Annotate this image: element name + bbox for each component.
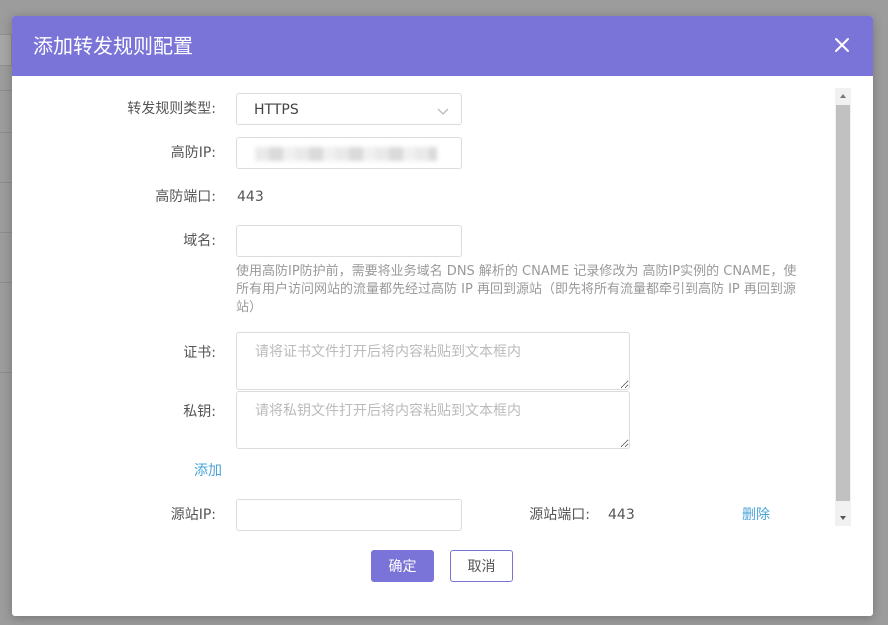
obscured-ip-value — [255, 147, 437, 161]
defense-ip-field[interactable] — [236, 137, 462, 169]
certificate-label: 证书: — [183, 345, 216, 361]
delete-origin-link[interactable]: 删除 — [742, 505, 770, 525]
domain-label: 域名: — [183, 233, 216, 249]
defense-port-label: 高防端口: — [155, 189, 216, 205]
background-divider — [0, 282, 12, 283]
close-icon[interactable] — [833, 36, 851, 54]
origin-port-label: 源站端口: — [529, 507, 590, 523]
background-divider — [0, 90, 12, 91]
add-origin-link[interactable]: 添加 — [194, 461, 222, 481]
scrollbar-thumb[interactable] — [836, 105, 850, 501]
confirm-button[interactable]: 确定 — [371, 550, 434, 582]
dialog-scrollbar[interactable] — [835, 88, 851, 526]
chevron-down-icon — [437, 104, 449, 120]
rule-type-value: HTTPS — [254, 102, 299, 118]
domain-input[interactable] — [236, 225, 462, 257]
scroll-down-arrow-icon[interactable] — [835, 510, 851, 526]
origin-port-value: 443 — [608, 507, 635, 523]
rule-type-select[interactable]: HTTPS — [236, 93, 462, 125]
origin-ip-input[interactable] — [236, 499, 462, 531]
defense-ip-label: 高防IP: — [170, 145, 216, 161]
add-forward-rule-dialog: 添加转发规则配置 转发规则类型: HTTPS 高防IP: 高防端口: 443 域… — [12, 16, 873, 616]
domain-hint: 使用高防IP防护前，需要将业务域名 DNS 解析的 CNAME 记录修改为 高防… — [236, 264, 797, 315]
origin-ip-label: 源站IP: — [170, 507, 216, 523]
private-key-textarea[interactable] — [236, 391, 630, 449]
background-input-fragment — [0, 34, 12, 66]
background-divider — [0, 232, 12, 233]
dialog-title: 添加转发规则配置 — [33, 34, 193, 58]
background-divider — [0, 372, 12, 373]
rule-type-label: 转发规则类型: — [127, 101, 216, 117]
background-divider — [0, 132, 12, 133]
dialog-body: 转发规则类型: HTTPS 高防IP: 高防端口: 443 域名: 使用高防IP… — [12, 76, 873, 540]
background-divider — [0, 182, 12, 183]
cancel-button[interactable]: 取消 — [450, 550, 513, 582]
defense-port-value: 443 — [237, 189, 264, 205]
dialog-header: 添加转发规则配置 — [12, 16, 873, 76]
private-key-label: 私钥: — [183, 404, 216, 420]
scroll-up-arrow-icon[interactable] — [835, 88, 851, 104]
certificate-textarea[interactable] — [236, 332, 630, 390]
